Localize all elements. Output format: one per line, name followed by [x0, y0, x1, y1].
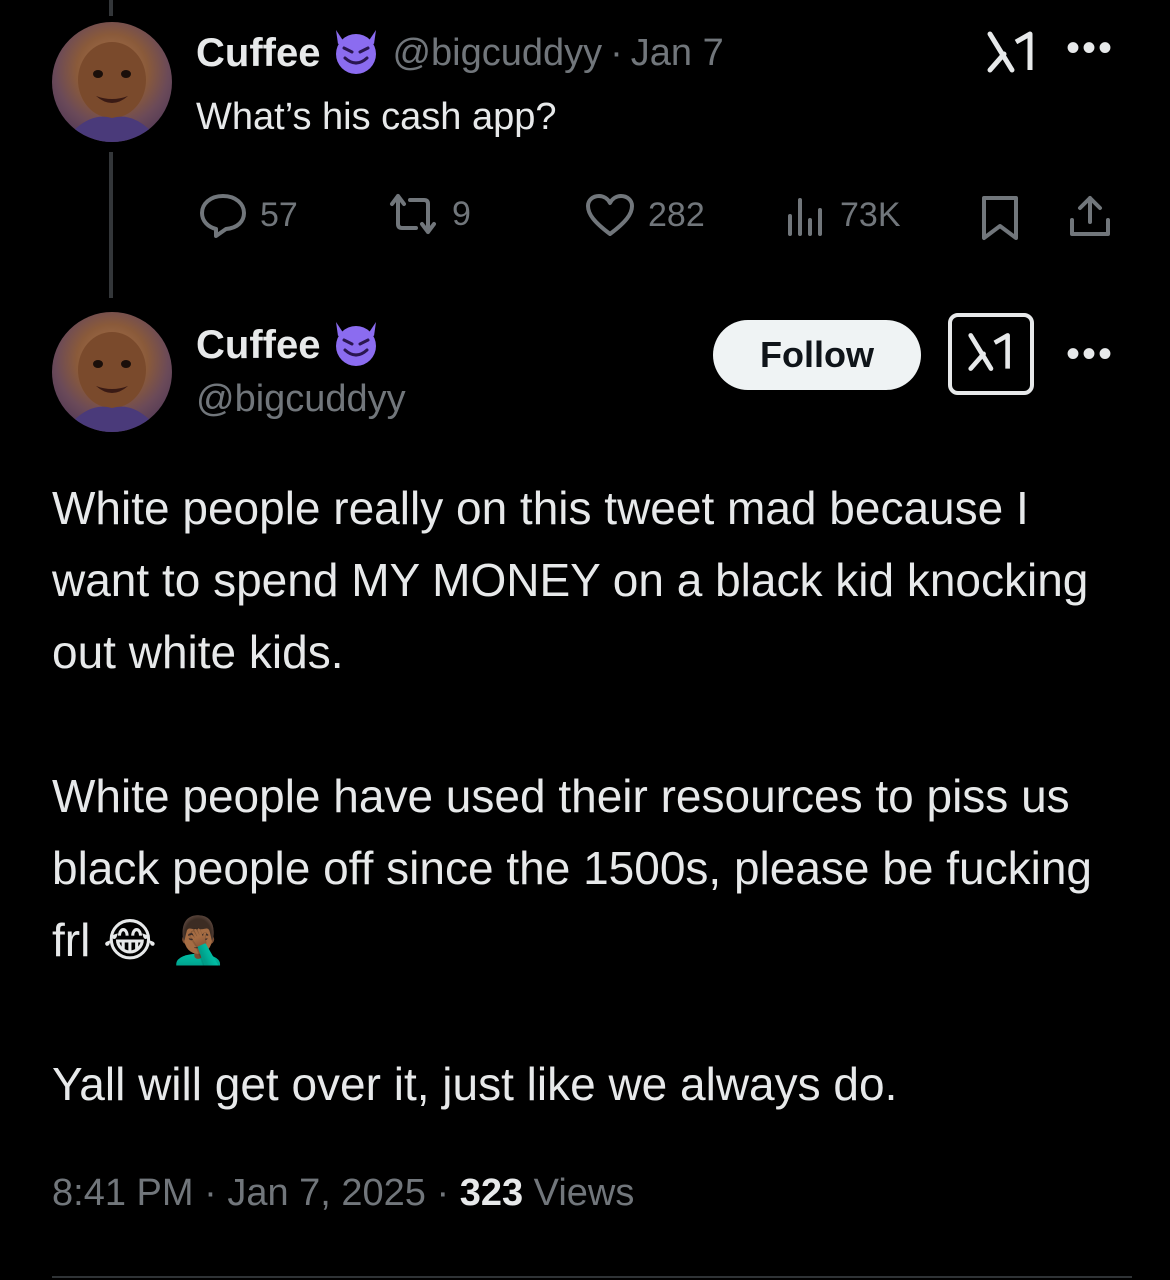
reply-action[interactable]: 57	[198, 192, 298, 238]
like-count: 282	[648, 195, 705, 234]
separator: ·	[204, 1172, 228, 1214]
retweet-count: 9	[452, 194, 471, 233]
tweet-paragraph: White people really on this tweet mad be…	[52, 482, 1089, 678]
tweet-meta: 8:41 PM · Jan 7, 2025 · 323 Views	[52, 1172, 634, 1215]
like-action[interactable]: 282	[584, 192, 705, 238]
handle[interactable]: @bigcuddyy	[196, 378, 406, 421]
thread-line	[109, 152, 113, 298]
views-label: Views	[533, 1172, 635, 1214]
retweet-action[interactable]: 9	[386, 192, 471, 236]
main-header: Cuffee	[196, 318, 384, 373]
smiling-devil-icon	[328, 318, 384, 373]
grok-icon	[967, 330, 1015, 379]
grok-button[interactable]	[948, 313, 1034, 395]
separator: ·	[610, 32, 623, 74]
share-icon[interactable]	[1066, 192, 1114, 245]
tweet-paragraph: Yall will get over it, just like we alwa…	[52, 1058, 898, 1110]
divider	[52, 1276, 1132, 1278]
tears-of-joy-icon: 😂	[103, 914, 157, 966]
reply-count: 57	[260, 195, 298, 234]
more-icon[interactable]: •••	[1066, 332, 1114, 377]
views-icon	[784, 192, 828, 238]
views-action[interactable]: 73K	[784, 192, 901, 238]
thread-line-top	[109, 0, 113, 16]
retweet-icon	[386, 192, 440, 236]
more-icon[interactable]: •••	[1066, 26, 1114, 71]
display-name[interactable]: Cuffee	[196, 323, 320, 368]
avatar[interactable]	[52, 312, 172, 432]
tweet-time[interactable]: 8:41 PM	[52, 1172, 194, 1214]
reply-header: Cuffee @bigcuddyy · Jan 7	[196, 26, 724, 81]
smiling-devil-icon	[328, 26, 384, 81]
tweet-text: White people really on this tweet mad be…	[52, 472, 1132, 1120]
reply-text: What’s his cash app?	[196, 96, 557, 138]
handle[interactable]: @bigcuddyy	[392, 32, 602, 75]
follow-button[interactable]: Follow	[713, 320, 921, 390]
views-count: 73K	[840, 195, 901, 234]
bookmark-icon[interactable]	[978, 194, 1022, 247]
tweet-date[interactable]: Jan 7, 2025	[227, 1172, 426, 1214]
tweet-date[interactable]: Jan 7	[631, 32, 724, 75]
avatar[interactable]	[52, 22, 172, 142]
like-icon	[584, 192, 636, 238]
grok-icon[interactable]	[986, 30, 1038, 79]
display-name[interactable]: Cuffee	[196, 31, 320, 76]
reply-icon	[198, 192, 248, 238]
tweet-paragraph: White people have used their resources t…	[52, 760, 1132, 976]
separator: ·	[436, 1172, 460, 1214]
views-count: 323	[459, 1172, 524, 1214]
facepalm-icon: 🤦🏾‍♂️	[169, 914, 227, 966]
